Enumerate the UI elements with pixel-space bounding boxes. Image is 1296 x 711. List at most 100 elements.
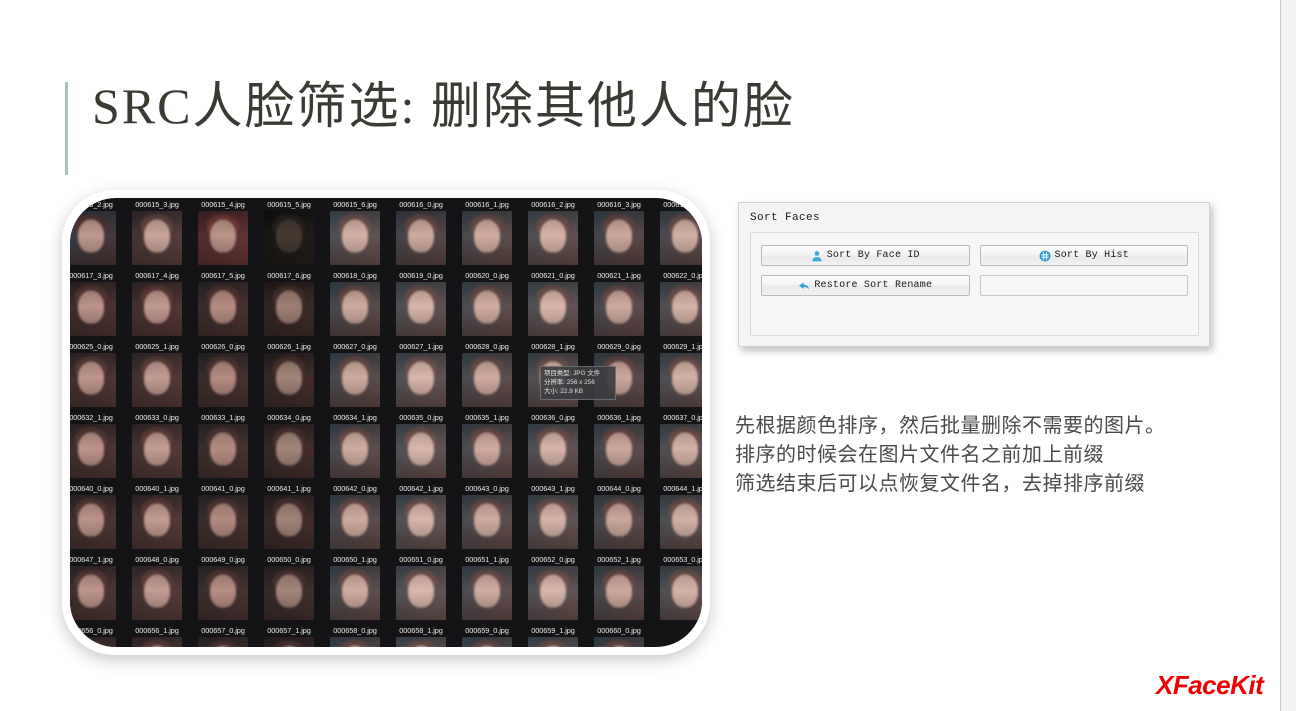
file-grid-cell[interactable]: 000642_1.jpg: [388, 482, 454, 553]
file-grid-cell[interactable]: 000634_0.jpg: [256, 411, 322, 482]
file-grid-cell[interactable]: 000651_1.jpg: [454, 553, 520, 624]
file-grid-cell[interactable]: 000617_6.jpg: [256, 269, 322, 340]
file-thumbnail[interactable]: [594, 637, 644, 647]
sort-by-hist-button[interactable]: Sort By Hist: [979, 245, 1188, 266]
file-grid-cell[interactable]: 000615_2.jpg: [70, 198, 124, 269]
file-grid-cell[interactable]: 000643_1.jpg: [520, 482, 586, 553]
file-thumbnail[interactable]: [330, 637, 380, 647]
file-thumbnail[interactable]: [330, 566, 380, 620]
file-grid-cell[interactable]: 000633_0.jpg: [124, 411, 190, 482]
file-thumbnail[interactable]: [264, 282, 314, 336]
file-grid-cell[interactable]: 000640_1.jpg: [124, 482, 190, 553]
file-thumbnail[interactable]: [330, 353, 380, 407]
file-thumbnail[interactable]: [198, 353, 248, 407]
file-thumbnail[interactable]: [132, 495, 182, 549]
file-thumbnail[interactable]: [396, 424, 446, 478]
file-thumbnail[interactable]: [396, 353, 446, 407]
file-thumbnail[interactable]: [132, 637, 182, 647]
file-thumbnail[interactable]: [70, 424, 116, 478]
file-thumbnail[interactable]: [198, 424, 248, 478]
file-grid-cell[interactable]: 000632_1.jpg: [70, 411, 124, 482]
file-grid-cell[interactable]: 000640_0.jpg: [70, 482, 124, 553]
file-grid-cell[interactable]: 000636_1.jpg: [586, 411, 652, 482]
file-thumbnail[interactable]: [462, 353, 512, 407]
file-thumbnail[interactable]: [528, 282, 578, 336]
file-grid-cell[interactable]: 000627_1.jpg: [388, 340, 454, 411]
file-grid-cell[interactable]: 000622_0.jpg: [652, 269, 702, 340]
file-thumbnail[interactable]: [70, 282, 116, 336]
file-grid-cell[interactable]: 000615_3.jpg: [124, 198, 190, 269]
file-thumbnail[interactable]: [462, 211, 512, 265]
file-grid-cell[interactable]: 000634_1.jpg: [322, 411, 388, 482]
file-grid-cell[interactable]: 000627_0.jpg: [322, 340, 388, 411]
file-thumbnail[interactable]: [70, 353, 116, 407]
file-thumbnail[interactable]: [70, 495, 116, 549]
file-grid-cell[interactable]: 000629_1.jpg: [652, 340, 702, 411]
file-grid-cell[interactable]: 000641_1.jpg: [256, 482, 322, 553]
file-thumbnail[interactable]: [198, 495, 248, 549]
file-grid-cell[interactable]: 000637_0.jpg: [652, 411, 702, 482]
file-thumbnail[interactable]: [264, 211, 314, 265]
file-grid-cell[interactable]: 000625_1.jpg: [124, 340, 190, 411]
file-grid-cell[interactable]: 000658_1.jpg: [388, 624, 454, 647]
file-grid-cell[interactable]: 000650_1.jpg: [322, 553, 388, 624]
sort-by-face-id-button[interactable]: Sort By Face ID: [761, 245, 970, 266]
file-thumbnail[interactable]: [660, 211, 702, 265]
file-grid-cell[interactable]: 000617_3.jpg: [70, 269, 124, 340]
file-grid-cell[interactable]: 000656_0.jpg: [70, 624, 124, 647]
file-grid-cell[interactable]: 000621_1.jpg: [586, 269, 652, 340]
file-thumbnail[interactable]: [594, 424, 644, 478]
file-grid-cell[interactable]: 000636_0.jpg: [520, 411, 586, 482]
file-grid-cell[interactable]: 000641_0.jpg: [190, 482, 256, 553]
file-grid-cell[interactable]: 000619_0.jpg: [388, 269, 454, 340]
file-thumbnail[interactable]: [660, 424, 702, 478]
file-grid-cell[interactable]: 000650_0.jpg: [256, 553, 322, 624]
file-thumbnail[interactable]: [264, 637, 314, 647]
file-grid-cell[interactable]: 000651_0.jpg: [388, 553, 454, 624]
file-thumbnail[interactable]: [70, 566, 116, 620]
file-grid-cell[interactable]: 000635_1.jpg: [454, 411, 520, 482]
file-thumbnail[interactable]: [594, 495, 644, 549]
file-grid-cell[interactable]: 000616_2.jpg: [520, 198, 586, 269]
file-thumbnail[interactable]: [70, 637, 116, 647]
file-thumbnail[interactable]: [660, 282, 702, 336]
file-grid-cell[interactable]: 000615_4.jpg: [190, 198, 256, 269]
file-grid-cell[interactable]: 000652_1.jpg: [586, 553, 652, 624]
file-thumbnail[interactable]: [462, 566, 512, 620]
file-thumbnail[interactable]: [528, 211, 578, 265]
file-thumbnail[interactable]: [264, 495, 314, 549]
file-grid-cell[interactable]: 000615_6.jpg: [322, 198, 388, 269]
file-thumbnail[interactable]: [330, 495, 380, 549]
file-thumbnail[interactable]: [528, 495, 578, 549]
file-thumbnail[interactable]: [528, 637, 578, 647]
file-thumbnail[interactable]: [528, 424, 578, 478]
file-thumbnail[interactable]: [70, 211, 116, 265]
file-grid-cell[interactable]: 000617_5.jpg: [190, 269, 256, 340]
file-grid-cell[interactable]: [652, 624, 702, 647]
file-thumbnail[interactable]: [330, 211, 380, 265]
file-thumbnail[interactable]: [198, 637, 248, 647]
file-thumbnail[interactable]: [330, 282, 380, 336]
file-grid-cell[interactable]: 000656_1.jpg: [124, 624, 190, 647]
file-grid-cell[interactable]: 000616_0.jpg: [388, 198, 454, 269]
restore-sort-rename-button[interactable]: Restore Sort Rename: [761, 275, 970, 296]
file-grid-cell[interactable]: 000626_0.jpg: [190, 340, 256, 411]
file-thumbnail[interactable]: [396, 637, 446, 647]
file-thumbnail[interactable]: [462, 495, 512, 549]
file-grid-cell[interactable]: 000625_0.jpg: [70, 340, 124, 411]
file-grid-cell[interactable]: 000621_0.jpg: [520, 269, 586, 340]
file-grid-cell[interactable]: 000647_1.jpg: [70, 553, 124, 624]
file-thumbnail[interactable]: [132, 424, 182, 478]
file-grid-cell[interactable]: 000660_0.jpg: [586, 624, 652, 647]
file-thumbnail[interactable]: [594, 211, 644, 265]
file-grid-cell[interactable]: 000644_1.jpg: [652, 482, 702, 553]
file-grid-cell[interactable]: 000648_0.jpg: [124, 553, 190, 624]
file-thumbnail[interactable]: [594, 566, 644, 620]
file-thumbnail[interactable]: [396, 282, 446, 336]
file-thumbnail[interactable]: [396, 566, 446, 620]
file-grid-cell[interactable]: 000659_1.jpg: [520, 624, 586, 647]
file-grid-cell[interactable]: 000659_0.jpg: [454, 624, 520, 647]
file-grid-cell[interactable]: 000618_0.jpg: [322, 269, 388, 340]
file-thumbnail[interactable]: [396, 211, 446, 265]
file-thumbnail[interactable]: [264, 353, 314, 407]
